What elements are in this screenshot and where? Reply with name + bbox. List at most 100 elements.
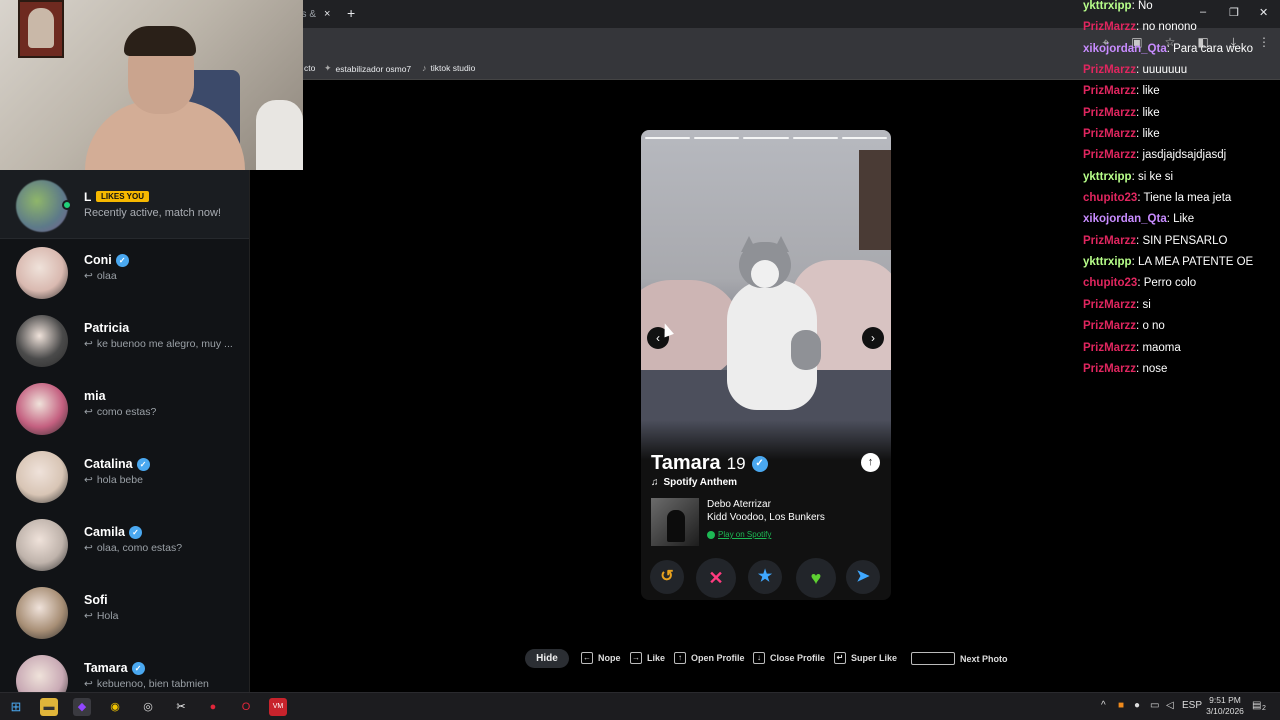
new-tab-button[interactable]: + [347,5,355,21]
volume-icon[interactable]: ◁ [1166,700,1174,711]
conversation-item[interactable]: Sofi ↩ Hola [0,579,249,647]
chat-message: PrizMarzz: jasdjajdsajdjasdj [1083,145,1280,166]
file-explorer-icon[interactable]: ▬ [40,698,58,716]
chat-text: like [1142,106,1160,119]
chat-username[interactable]: xikojordan_Qta [1083,213,1167,225]
microphone-icon[interactable]: ● [1134,700,1140,711]
chat-message: PrizMarzz: like [1083,81,1280,102]
chat-username[interactable]: PrizMarzz [1083,342,1136,354]
nope-button[interactable]: ✕ [696,558,736,598]
conversation-item[interactable]: Camila ✓ ↩ olaa, como estas? [0,511,249,579]
chat-text: like [1142,128,1160,141]
chat-text: o no [1142,320,1165,333]
super-like-button[interactable]: ★ [748,560,782,594]
chat-text: No [1137,0,1153,12]
conversation-name-text: mia [84,389,106,403]
open-profile-button[interactable]: ↑ [861,453,880,472]
chat-username[interactable]: chupito23 [1083,277,1137,289]
play-on-spotify-link[interactable]: Play on Spotify [707,530,771,539]
chat-username[interactable]: PrizMarzz [1083,107,1136,119]
like-button[interactable]: ♥ [796,558,836,598]
tiktok-icon: ♪ [422,63,427,73]
reply-icon: ↩ [84,338,93,350]
profile-photo[interactable]: ‹ › [641,130,891,460]
tab-close-icon[interactable]: × [324,8,330,20]
twitch-icon[interactable]: ◆ [73,698,91,716]
chat-message: PrizMarzz: uuuuuuu [1083,60,1280,81]
chat-message: PrizMarzz: nose [1083,359,1280,380]
voicemeeter-icon[interactable]: VM [269,698,287,716]
spotify-anthem-heading: ♫ Spotify Anthem [651,477,737,488]
chat-text: si [1142,298,1151,311]
hide-shortcuts-button[interactable]: Hide [525,649,569,668]
bookmark-item[interactable]: ♪ tiktok studio [422,63,475,73]
tray-chevron-icon[interactable]: ^ [1101,700,1106,711]
profile-name: Tamara [651,452,721,474]
next-photo-button[interactable]: › [862,327,884,349]
screen: ds & × + – ❐ ✕ ⌖ ▣ ☆ ◧ ⤓ ⋮ cto ✦ estabil… [0,0,1280,720]
bookmark-label: tiktok studio [430,63,476,73]
bookmark-item[interactable]: ✦ estabilizador osmo7 [324,63,411,74]
likes-you-row[interactable]: L LIKES YOU Recently active, match now! [0,170,249,239]
conversation-item[interactable]: Patricia ↩ ke buenoo me alegro, muy ... [0,307,249,375]
conversation-item[interactable]: Coni ✓ ↩ olaa [0,239,249,307]
chat-username[interactable]: PrizMarzz [1083,85,1136,97]
rewind-button[interactable]: ↺ [650,560,684,594]
chat-text: Like [1173,213,1195,226]
chat-username[interactable]: ykttrxipp [1083,0,1132,12]
boost-button[interactable]: ➤ [846,560,880,594]
notification-center-icon[interactable]: ▤ [1252,700,1261,711]
chat-username[interactable]: ykttrxipp [1083,256,1132,268]
notification-count: 2 [1262,705,1266,712]
chat-message: chupito23: Tiene la mea jeta [1083,188,1280,209]
chat-username[interactable]: chupito23 [1083,192,1137,204]
chat-username[interactable]: PrizMarzz [1083,64,1136,76]
language-indicator[interactable]: ESP [1182,700,1202,711]
chat-username[interactable]: PrizMarzz [1083,128,1136,140]
photo-progress-segment [743,137,789,139]
last-message-text: ke buenoo me alegro, muy ... [96,338,233,350]
chat-message: PrizMarzz: like [1083,124,1280,145]
last-message-text: olaa, como estas? [96,542,183,554]
chat-username[interactable]: PrizMarzz [1083,149,1136,161]
capcut-icon[interactable]: ✂ [172,698,190,716]
chat-text: Para cara weko [1173,42,1254,55]
last-message-text: olaa [96,270,117,282]
wall-poster [18,0,64,58]
album-cover [651,498,699,546]
conversation-item[interactable]: Tamara ✓ ↩ kebuenoo, bien tabmien [0,647,249,692]
windows-start-icon[interactable]: ⊞ [7,698,25,716]
system-clock[interactable]: 9:51 PM 3/10/2026 [1204,695,1246,717]
bookmark-label: estabilizador osmo7 [335,63,412,74]
verified-icon: ✓ [136,457,150,471]
shortcut-super-like: ↵ Super Like [834,652,897,664]
network-icon[interactable]: ▭ [1150,700,1159,711]
chat-username[interactable]: xikojordan_Qta [1083,43,1167,55]
conversation-item[interactable]: mia ↩ como estas? [0,375,249,443]
bookmark-item[interactable]: cto [304,63,315,73]
app-icon[interactable]: ● [204,698,222,716]
chat-username[interactable]: PrizMarzz [1083,320,1136,332]
profile-card[interactable]: ‹ › Tamara 19 ✓ ↑ ♫ Spotify Anthem Debo … [641,130,891,600]
chat-message: ykttrxipp: LA MEA PATENTE OE [1083,252,1280,273]
bookmark-label: cto [304,63,316,73]
chat-username[interactable]: PrizMarzz [1083,363,1136,375]
chat-message: PrizMarzz: no nonono [1083,17,1280,38]
verified-icon: ✓ [129,525,142,539]
obs-icon[interactable]: ◎ [139,698,157,716]
chat-username[interactable]: PrizMarzz [1083,21,1136,33]
chat-username[interactable]: PrizMarzz [1083,299,1136,311]
chat-username[interactable]: PrizMarzz [1083,235,1136,247]
chat-username[interactable]: ykttrxipp [1083,171,1132,183]
profile-name-row: Tamara 19 ✓ [651,452,768,475]
avatar [16,519,68,571]
down-arrow-key-icon: ↓ [753,652,765,664]
right-arrow-key-icon: → [630,652,642,664]
conversation-item[interactable]: Catalina ✓ ↩ hola bebe [0,443,249,511]
tray-app-icon[interactable]: ■ [1118,700,1124,711]
opera-icon[interactable]: O [237,698,255,716]
verified-icon: ✓ [115,253,129,267]
windows-taskbar: ⊞ ▬ ◆ ◉ ◎ ✂ ● O VM ^ ■ ● ▭ ◁ ESP 9:51 PM… [0,692,1280,720]
stream-chat-overlay: ykttrxipp: No PrizMarzz: no nonono xikojor… [1083,0,1280,380]
chrome-icon[interactable]: ◉ [106,698,124,716]
